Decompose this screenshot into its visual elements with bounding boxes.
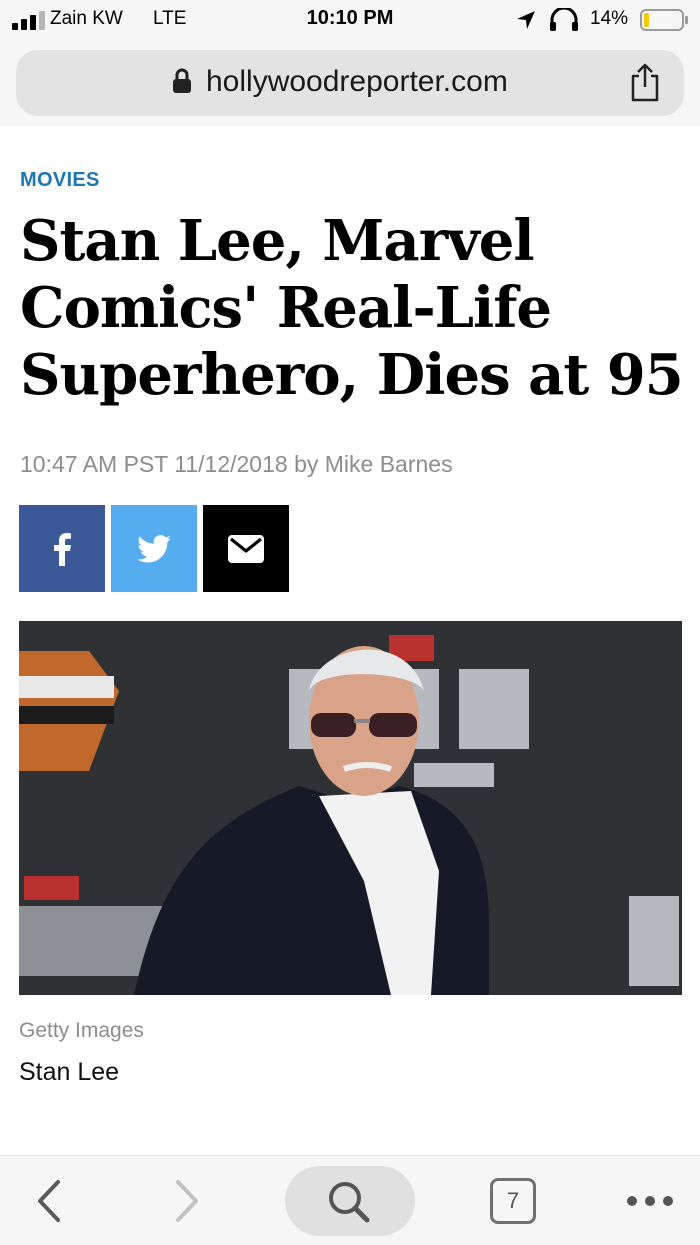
more-button[interactable] xyxy=(620,1186,680,1216)
section-label[interactable]: MOVIES xyxy=(20,169,100,192)
share-icon[interactable] xyxy=(628,62,662,102)
back-chevron-icon xyxy=(38,1180,60,1222)
battery-icon xyxy=(640,9,688,31)
browser-bottom-toolbar: 7 xyxy=(0,1155,700,1245)
facebook-share-button[interactable] xyxy=(19,505,105,592)
battery-percent: 14% xyxy=(590,8,629,29)
forward-chevron-icon xyxy=(176,1180,198,1222)
facebook-icon xyxy=(54,532,71,566)
photo-credit: Getty Images xyxy=(19,1019,144,1042)
stan-lee-photo-illustration xyxy=(19,621,682,995)
article-headline: Stan Lee, Marvel Comics' Real-Life Super… xyxy=(20,208,690,409)
tabs-count: 7 xyxy=(506,1188,520,1213)
search-icon xyxy=(329,1182,370,1223)
url-text[interactable]: hollywoodreporter.com xyxy=(206,65,508,99)
headline-line: Superhero, Dies at 95 xyxy=(20,342,684,408)
tabs-button[interactable]: 7 xyxy=(490,1178,536,1224)
headline-line: Stan Lee, Marvel xyxy=(20,208,535,274)
article-photo xyxy=(19,621,682,995)
twitter-icon xyxy=(137,534,171,562)
headline-line: Comics' Real-Life xyxy=(20,275,552,341)
forward-button[interactable] xyxy=(166,1176,206,1226)
back-button[interactable] xyxy=(30,1176,70,1226)
photo-caption: Stan Lee xyxy=(19,1058,120,1086)
browser-top-chrome: Zain KW LTE 10:10 PM 14% hollywoodreport… xyxy=(0,0,700,126)
lock-icon xyxy=(173,68,191,93)
twitter-share-button[interactable] xyxy=(111,505,197,592)
article-byline: 10:47 AM PST 11/12/2018 by Mike Barnes xyxy=(20,451,453,477)
location-arrow-icon xyxy=(517,11,535,29)
search-button[interactable] xyxy=(285,1166,415,1236)
address-bar[interactable]: hollywoodreporter.com xyxy=(16,50,684,116)
status-bar: Zain KW LTE 10:10 PM 14% xyxy=(0,0,700,40)
headphones-icon xyxy=(550,8,578,31)
more-icon xyxy=(627,1196,673,1206)
email-share-button[interactable] xyxy=(203,505,289,592)
email-icon xyxy=(228,534,264,563)
